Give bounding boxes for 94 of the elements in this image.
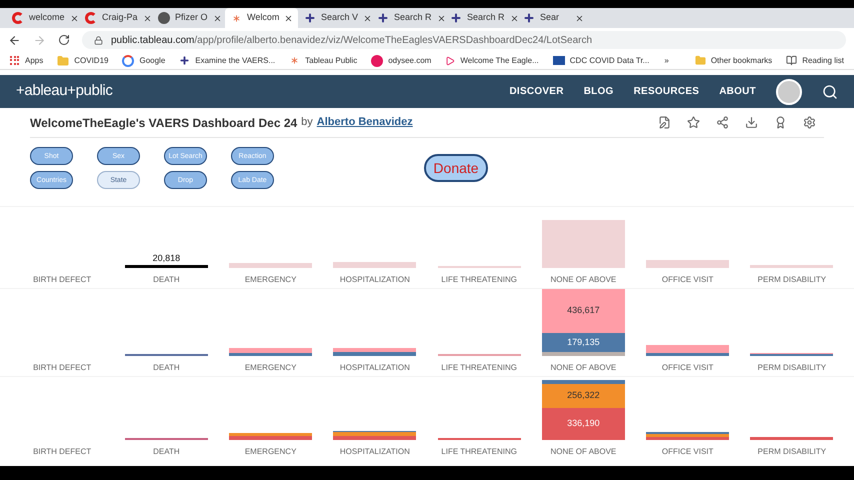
address-bar[interactable]: public.tableau.com/app/profile/alberto.benavidez/viz/WelcomeTheEaglesVAERSDashboardDec24/LotSearch — [82, 31, 846, 49]
folder-icon — [694, 55, 706, 66]
close-icon[interactable] — [436, 14, 446, 22]
edit-icon[interactable] — [658, 116, 671, 129]
value-label: 256,322 — [567, 389, 600, 402]
nav-link[interactable]: RESOURCES — [634, 84, 700, 99]
bookmark[interactable]: odysee.com — [371, 54, 432, 66]
category-label: PERM DISABILITY — [758, 274, 826, 286]
category-label: EMERGENCY — [244, 362, 296, 374]
category-label: DEATH — [153, 362, 180, 374]
close-icon[interactable] — [212, 14, 222, 22]
browser-tab[interactable]: Sear — [517, 8, 590, 28]
value-label: 336,190 — [567, 417, 600, 430]
category-label: BIRTH DEFECT — [33, 362, 92, 374]
c-logo-icon — [85, 12, 97, 24]
browser-tab[interactable]: Craig-Pa — [79, 8, 152, 28]
close-icon[interactable] — [363, 14, 372, 22]
lock-icon — [94, 36, 103, 44]
category-label: EMERGENCY — [244, 274, 296, 286]
bookmark[interactable]: Apps — [10, 54, 44, 66]
browser-tab[interactable]: welcome — [6, 8, 79, 28]
bookmark[interactable]: Examine the VAERS... — [179, 54, 276, 66]
plus-icon — [377, 12, 389, 24]
category-label: NONE OF ABOVE — [550, 274, 616, 286]
reading-list[interactable]: Reading list — [786, 54, 844, 66]
browser-tab[interactable]: Pfizer O — [152, 8, 225, 28]
by-label: by — [301, 115, 313, 130]
value-label: 179,135 — [567, 336, 600, 349]
globe-icon — [158, 12, 170, 24]
value-label: 436,617 — [567, 304, 600, 318]
category-label: NONE OF ABOVE — [550, 362, 616, 374]
play-icon — [445, 56, 456, 66]
browser-tab[interactable]: Search V — [298, 8, 371, 28]
flag-logo-icon — [552, 56, 565, 65]
bookmark[interactable]: Welcome The Eagle... — [445, 54, 539, 66]
avatar[interactable] — [776, 78, 802, 104]
bookmark[interactable]: Google — [122, 54, 166, 66]
category-label: HOSPITALIZATION — [340, 446, 410, 458]
category-label: LIFE THREATENING — [441, 362, 517, 374]
close-icon[interactable] — [575, 14, 584, 22]
browser-tab[interactable]: Search R — [444, 8, 517, 28]
nav-link[interactable]: BLOG — [584, 84, 614, 99]
back-icon[interactable] — [8, 34, 21, 46]
share-icon[interactable] — [716, 116, 729, 129]
category-label: HOSPITALIZATION — [340, 362, 410, 374]
browser-tab[interactable]: Search R — [371, 8, 444, 28]
asterisk-icon — [289, 55, 300, 66]
close-icon[interactable] — [284, 14, 294, 22]
category-label: LIFE THREATENING — [441, 446, 517, 458]
nav-link[interactable]: ABOUT — [719, 84, 756, 99]
category-label: DEATH — [153, 446, 180, 458]
bookmark[interactable]: Tableau Public — [289, 54, 358, 66]
category-label: LIFE THREATENING — [441, 274, 517, 286]
plus-icon — [179, 55, 190, 66]
bookmark[interactable]: CDC COVID Data Tr... — [552, 54, 650, 66]
plus-icon — [450, 12, 462, 24]
badge-icon[interactable] — [774, 116, 787, 129]
category-label: BIRTH DEFECT — [33, 446, 92, 458]
star-icon[interactable] — [687, 116, 700, 129]
c-logo-icon — [12, 12, 24, 24]
book-icon — [786, 55, 798, 66]
category-label: EMERGENCY — [244, 446, 296, 458]
close-icon[interactable] — [510, 14, 519, 22]
asterisk-icon — [231, 12, 242, 24]
category-label: BIRTH DEFECT — [33, 274, 92, 286]
category-label: OFFICE VISIT — [662, 446, 714, 458]
bookmark[interactable]: Other bookmarks — [694, 54, 772, 66]
settings-icon[interactable] — [803, 116, 816, 129]
nav-link[interactable]: DISCOVER — [509, 84, 564, 99]
category-label: PERM DISABILITY — [758, 446, 826, 458]
g-logo-icon — [122, 54, 134, 66]
viz-title: WelcomeTheEagle's VAERS Dashboard Dec 24 — [30, 114, 298, 132]
category-label: OFFICE VISIT — [662, 274, 714, 286]
author-link[interactable]: Alberto Benavidez — [316, 114, 413, 131]
category-label: PERM DISABILITY — [758, 362, 826, 374]
download-icon[interactable] — [745, 116, 758, 129]
browser-tab[interactable]: Welcom — [225, 8, 298, 28]
more-bookmarks[interactable]: » — [664, 54, 669, 66]
folder-icon — [57, 54, 70, 66]
close-icon[interactable] — [70, 14, 79, 22]
category-label: HOSPITALIZATION — [340, 274, 410, 286]
value-label: 20,818 — [152, 254, 180, 263]
category-label: NONE OF ABOVE — [550, 446, 616, 458]
circle-logo-icon — [371, 54, 384, 66]
plus-icon — [304, 12, 316, 24]
grid-icon — [10, 56, 20, 66]
reload-icon[interactable] — [58, 34, 70, 46]
bookmark[interactable]: COVID19 — [57, 54, 108, 66]
category-label: OFFICE VISIT — [662, 362, 714, 374]
category-label: DEATH — [153, 274, 180, 286]
site-logo[interactable]: +ableau+public — [16, 80, 113, 103]
search-icon[interactable] — [822, 84, 838, 100]
plus-icon — [523, 12, 535, 24]
close-icon[interactable] — [142, 14, 152, 22]
